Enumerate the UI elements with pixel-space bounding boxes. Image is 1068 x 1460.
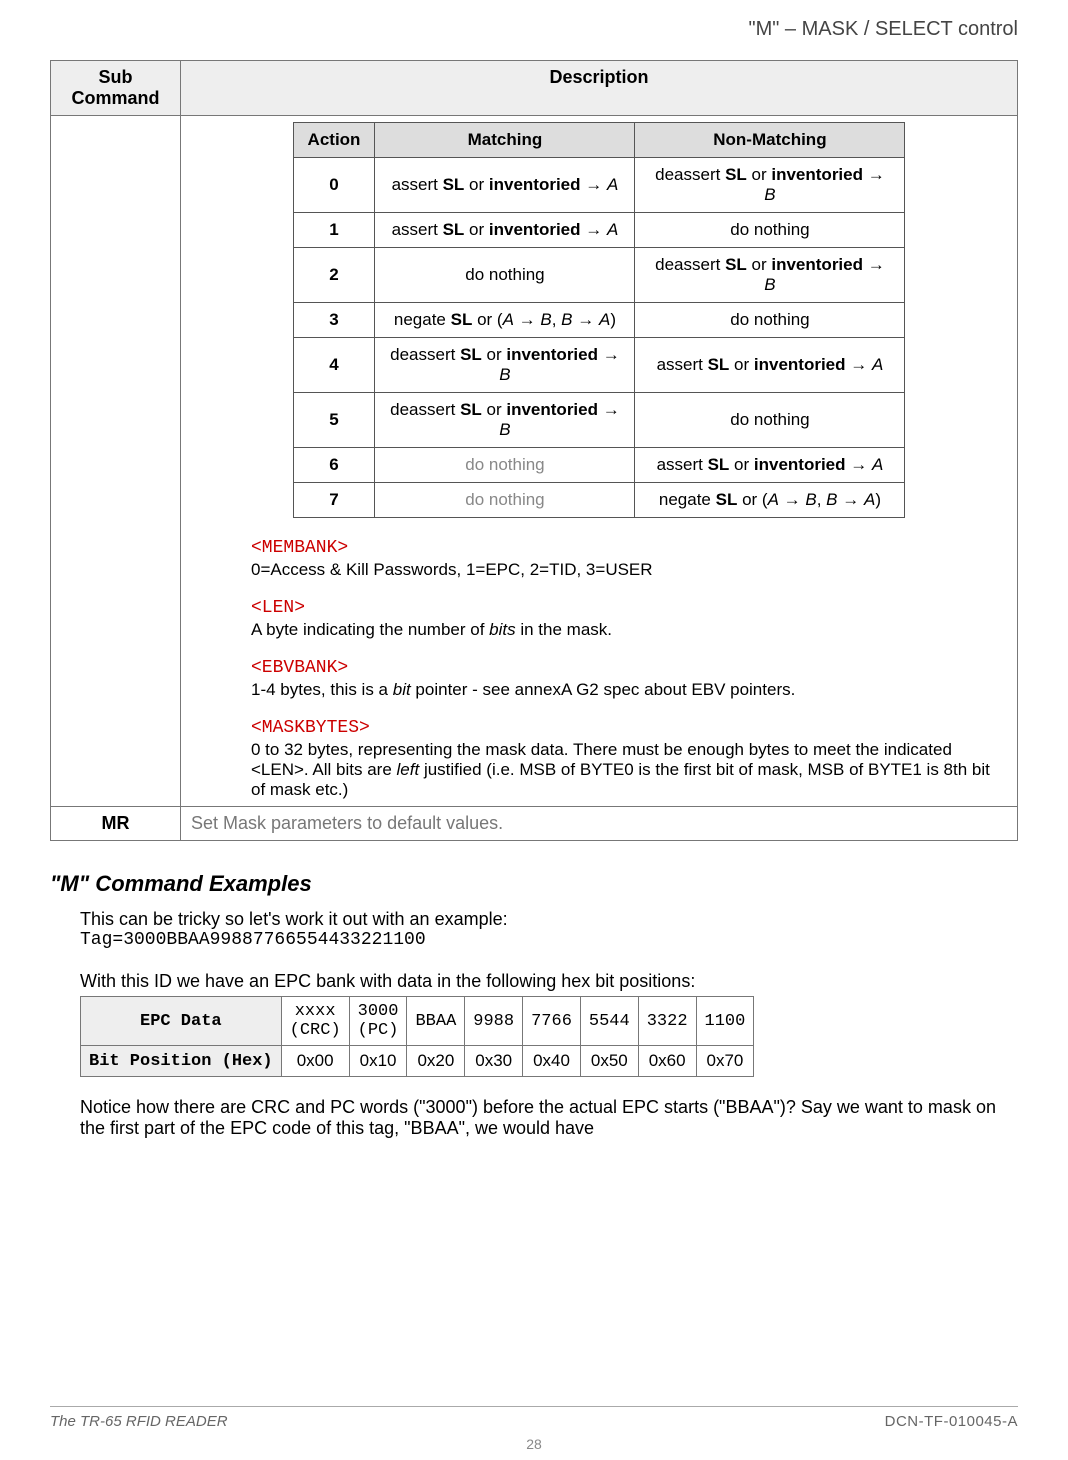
col-subcommand: Sub Command xyxy=(51,61,181,116)
action-row: 3negate SL or (A → B, B → A)do nothing xyxy=(293,303,905,338)
cell: 7766 xyxy=(523,997,581,1046)
cell: 0x20 xyxy=(407,1046,465,1077)
cell: negate SL or (A → B, B → A) xyxy=(635,483,905,518)
cell: 0x10 xyxy=(349,1046,407,1077)
cell: xxxx(CRC) xyxy=(281,997,349,1046)
cell: deassert SL or inventoried → B xyxy=(375,393,635,448)
cell: 0x30 xyxy=(465,1046,523,1077)
action-table: Action Matching Non-Matching 0assert SL … xyxy=(293,122,906,518)
matching-hdr: Matching xyxy=(375,123,635,158)
cell: 3322 xyxy=(638,997,696,1046)
cell: 0x40 xyxy=(523,1046,581,1077)
epc-row2-label: Bit Position (Hex) xyxy=(81,1046,282,1077)
param-desc: 0=Access & Kill Passwords, 1=EPC, 2=TID,… xyxy=(251,560,1007,580)
subcommand-cell-blank xyxy=(51,116,181,807)
epc-table: EPC Data xxxx(CRC) 3000(PC) BBAA 9988 77… xyxy=(80,996,754,1077)
cell: 1100 xyxy=(696,997,754,1046)
action-hdr: Action xyxy=(293,123,375,158)
param-tag: <MASKBYTES> xyxy=(251,718,1007,738)
cell: 9988 xyxy=(465,997,523,1046)
cell: assert SL or inventoried → A xyxy=(375,158,635,213)
examples-intro: This can be tricky so let's work it out … xyxy=(80,909,1018,930)
tag-example: Tag=3000BBAA99887766554433221100 xyxy=(80,930,1018,950)
param-tag: <MEMBANK> xyxy=(251,538,1007,558)
footer: The TR-65 RFID READER DCN-TF-010045-A xyxy=(50,1406,1018,1430)
epc-row1-label: EPC Data xyxy=(81,997,282,1046)
action-row: 7do nothingnegate SL or (A → B, B → A) xyxy=(293,483,905,518)
cell: 0x60 xyxy=(638,1046,696,1077)
cell: do nothing xyxy=(635,213,905,248)
cell: 0x00 xyxy=(281,1046,349,1077)
examples-sentence2: With this ID we have an EPC bank with da… xyxy=(80,971,1018,992)
action-row: 2do nothingdeassert SL or inventoried → … xyxy=(293,248,905,303)
cell: do nothing xyxy=(375,483,635,518)
mr-row: MR Set Mask parameters to default values… xyxy=(51,807,1018,841)
cell: negate SL or (A → B, B → A) xyxy=(375,303,635,338)
cell: assert SL or inventoried → A xyxy=(635,448,905,483)
nonmatching-hdr: Non-Matching xyxy=(635,123,905,158)
examples-title: "M" Command Examples xyxy=(50,871,1018,897)
action-row: 1assert SL or inventoried → Ado nothing xyxy=(293,213,905,248)
cell: 5544 xyxy=(580,997,638,1046)
description-cell: Action Matching Non-Matching 0assert SL … xyxy=(181,116,1018,807)
param-desc: A byte indicating the number of bits in … xyxy=(251,620,1007,640)
footer-right: DCN-TF-010045-A xyxy=(885,1413,1018,1430)
cell: deassert SL or inventoried → B xyxy=(375,338,635,393)
col-description: Description xyxy=(181,61,1018,116)
action-row: 5deassert SL or inventoried → Bdo nothin… xyxy=(293,393,905,448)
cell: assert SL or inventoried → A xyxy=(375,213,635,248)
command-table: Sub Command Description Action Matching … xyxy=(50,60,1018,841)
cell: do nothing xyxy=(635,303,905,338)
cell: BBAA xyxy=(407,997,465,1046)
mr-cmd: MR xyxy=(51,807,181,841)
cell: 0x50 xyxy=(580,1046,638,1077)
cell: 3000(PC) xyxy=(349,997,407,1046)
param-desc: 0 to 32 bytes, representing the mask dat… xyxy=(251,740,1007,800)
cell: 0x70 xyxy=(696,1046,754,1077)
action-row: 6do nothingassert SL or inventoried → A xyxy=(293,448,905,483)
param-tag: <EBVBANK> xyxy=(251,658,1007,678)
mr-desc: Set Mask parameters to default values. xyxy=(181,807,1018,841)
page-header-title: "M" – MASK / SELECT control xyxy=(749,18,1018,41)
action-row: 0assert SL or inventoried → Adeassert SL… xyxy=(293,158,905,213)
cell: deassert SL or inventoried → B xyxy=(635,248,905,303)
cell: do nothing xyxy=(375,448,635,483)
examples-trailing: Notice how there are CRC and PC words ("… xyxy=(80,1097,1018,1139)
page-number: 28 xyxy=(0,1436,1068,1452)
cell: do nothing xyxy=(635,393,905,448)
cell: deassert SL or inventoried → B xyxy=(635,158,905,213)
footer-left: The TR-65 RFID READER xyxy=(50,1413,228,1430)
cell: assert SL or inventoried → A xyxy=(635,338,905,393)
param-desc: 1-4 bytes, this is a bit pointer - see a… xyxy=(251,680,1007,700)
cell: do nothing xyxy=(375,248,635,303)
param-tag: <LEN> xyxy=(251,598,1007,618)
action-row: 4deassert SL or inventoried → Bassert SL… xyxy=(293,338,905,393)
